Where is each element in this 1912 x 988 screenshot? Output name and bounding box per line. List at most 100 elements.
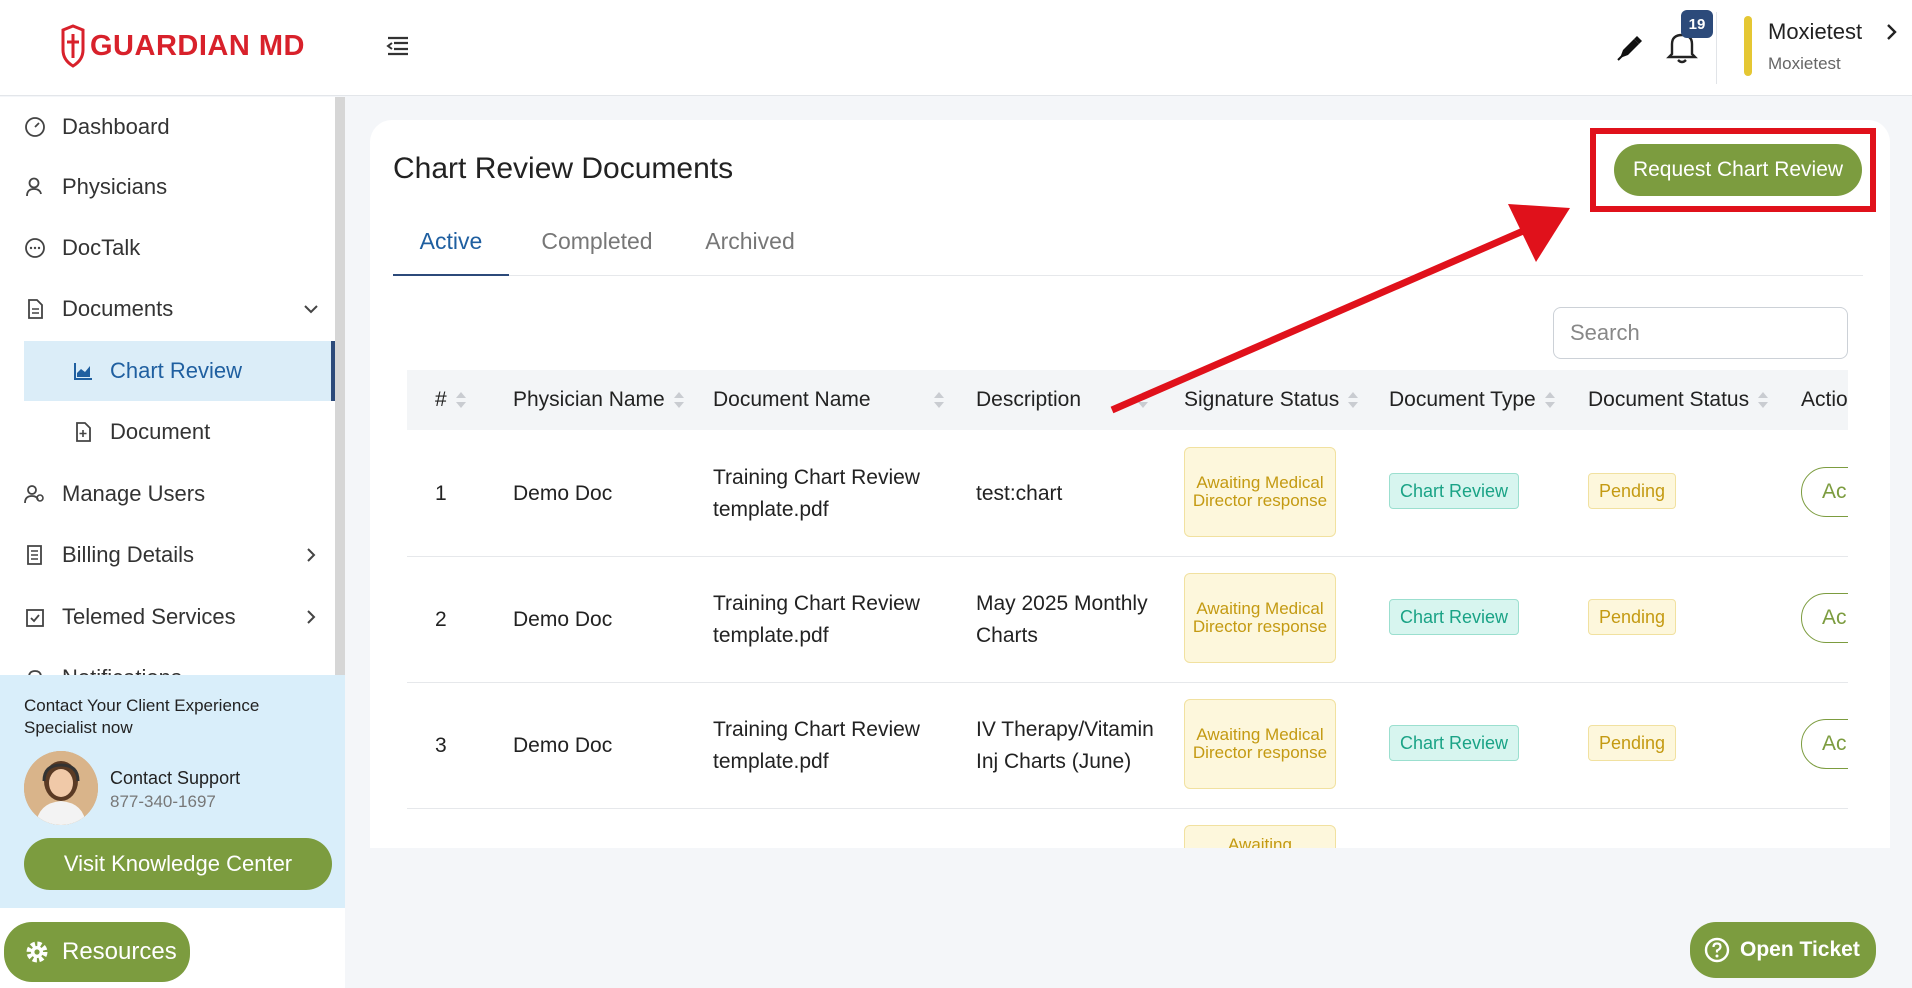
sidebar-item-telemed-services[interactable]: Telemed Services [0,587,335,647]
logo[interactable]: GUARDIAN MD [60,22,305,70]
table-row: 3 Demo Doc Training Chart Review templat… [407,683,1848,809]
contact-support-label: Contact Support [110,768,241,788]
resources-button[interactable]: Resources [4,922,190,982]
action-button[interactable]: Ac [1801,593,1848,643]
column-header-actions[interactable]: Actions [1801,370,1848,430]
shield-logo-icon [61,24,85,68]
document-name[interactable]: Training Chart Review template.pdf [713,557,943,683]
signature-status-badge: Awaiting Medical Director response [1184,699,1336,789]
sidebar-item-doctalk[interactable]: DocTalk [0,218,335,278]
row-number: 1 [435,482,447,505]
tab-active[interactable]: Active [393,228,509,276]
sort-icon [1544,392,1555,408]
header-divider [1716,12,1717,84]
open-ticket-button[interactable]: Open Ticket [1690,922,1876,978]
chevron-down-icon [304,305,318,314]
sidebar-item-notifications[interactable]: Notifications [0,648,335,675]
document-type-badge: Chart Review [1389,599,1520,635]
document-name[interactable]: Training Chart Review template.pdf [713,683,943,809]
support-title: Contact Your Client Experience Specialis… [24,696,260,737]
table-row: 1 Demo Doc Training Chart Review templat… [407,431,1848,557]
sidebar-item-document[interactable]: Document [24,402,335,462]
sidebar-nav: Dashboard Physicians DocTalk Documents C… [0,97,335,675]
signature-status-badge: Awaiting [1184,825,1336,848]
description: May 2025 Monthly Charts [976,592,1148,647]
users-icon [24,483,46,505]
calendar-check-icon [24,606,46,628]
sidebar-item-label: Physicians [62,174,168,199]
gauge-icon [24,116,46,138]
sidebar-item-label: DocTalk [62,235,141,260]
tab-completed[interactable]: Completed [521,228,673,276]
document-status-badge: Pending [1588,599,1677,635]
document-type-badge: Chart Review [1389,725,1520,761]
sidebar-item-label: Chart Review [110,358,243,383]
sidebar-item-physicians[interactable]: Physicians [0,157,335,217]
gear-icon [26,941,48,963]
sort-icon [1138,392,1149,408]
document-status-badge: Pending [1588,473,1677,509]
support-panel: Contact Your Client Experience Specialis… [0,675,345,908]
column-header-description[interactable]: Description [976,370,1149,430]
table-header: # Physician Name Document Name Descripti… [407,370,1848,430]
chevron-right-icon[interactable] [1882,20,1902,44]
row-number: 2 [435,608,447,631]
menu-collapse-icon[interactable] [384,32,412,60]
open-ticket-label: Open Ticket [1740,938,1860,961]
column-header-document-status[interactable]: Document Status [1588,370,1769,430]
resources-label: Resources [62,938,177,965]
top-bar: GUARDIAN MD 19 Moxietest Moxietest [0,0,1912,96]
visit-knowledge-center-button[interactable]: Visit Knowledge Center [24,838,332,890]
sidebar-item-documents[interactable]: Documents [0,279,335,339]
chat-icon [24,237,46,259]
pen-icon[interactable] [1612,30,1648,66]
column-header-signature-status[interactable]: Signature Status [1184,370,1359,430]
column-header-physician-name[interactable]: Physician Name [513,370,685,430]
action-button[interactable]: Ac [1801,719,1848,769]
brand-name: GUARDIAN MD [90,29,305,62]
sidebar-item-dashboard[interactable]: Dashboard [0,97,335,157]
description: test:chart [976,482,1063,505]
documents-table: # Physician Name Document Name Descripti… [407,370,1848,848]
sidebar-item-billing-details[interactable]: Billing Details [0,525,335,585]
sidebar-item-label: Manage Users [62,481,206,506]
action-button[interactable]: Ac [1801,467,1848,517]
document-tabs: Active Completed Archived [393,228,1863,276]
sort-icon [673,392,684,408]
description: IV Therapy/Vitamin Inj Charts (June) [976,718,1154,773]
search-input[interactable] [1553,307,1848,359]
user-color-indicator [1744,16,1752,76]
sort-icon [455,392,466,408]
sort-icon [1348,392,1359,408]
sidebar-item-label: Documents [62,296,174,321]
sidebar-item-label: Notifications [62,665,182,675]
tab-archived[interactable]: Archived [689,228,811,276]
chart-review-card: Chart Review Documents Request Chart Rev… [370,120,1890,848]
document-type-badge: Chart Review [1389,473,1520,509]
column-header-number[interactable]: # [435,370,467,430]
sidebar-scrollbar[interactable] [335,97,345,679]
sidebar-item-chart-review[interactable]: Chart Review [24,341,335,401]
support-avatar [24,751,98,825]
sidebar-item-label: Document [110,419,211,444]
document-status-badge: Pending [1588,725,1677,761]
user-name[interactable]: Moxietest [1768,19,1862,45]
support-phone[interactable]: 877-340-1697 [110,792,216,812]
column-header-document-type[interactable]: Document Type [1389,370,1556,430]
signature-status-badge: Awaiting Medical Director response [1184,447,1336,537]
notification-count-badge: 19 [1681,10,1713,38]
column-header-document-name[interactable]: Document Name [713,370,945,430]
sidebar: Dashboard Physicians DocTalk Documents C… [0,97,345,988]
physician-name: Demo Doc [513,482,613,505]
receipt-icon [24,544,46,566]
annotation-highlight-box [1590,128,1876,212]
file-plus-icon [72,421,94,443]
document-name[interactable]: Training Chart Review template.pdf [713,431,943,557]
sidebar-item-label: Dashboard [62,114,170,139]
physician-name: Demo Doc [513,734,613,757]
sidebar-item-label: Billing Details [62,542,195,567]
chevron-right-icon [307,548,316,562]
table-row: 2 Demo Doc Training Chart Review templat… [407,557,1848,683]
physician-name: Demo Doc [513,608,613,631]
sidebar-item-manage-users[interactable]: Manage Users [0,464,335,524]
